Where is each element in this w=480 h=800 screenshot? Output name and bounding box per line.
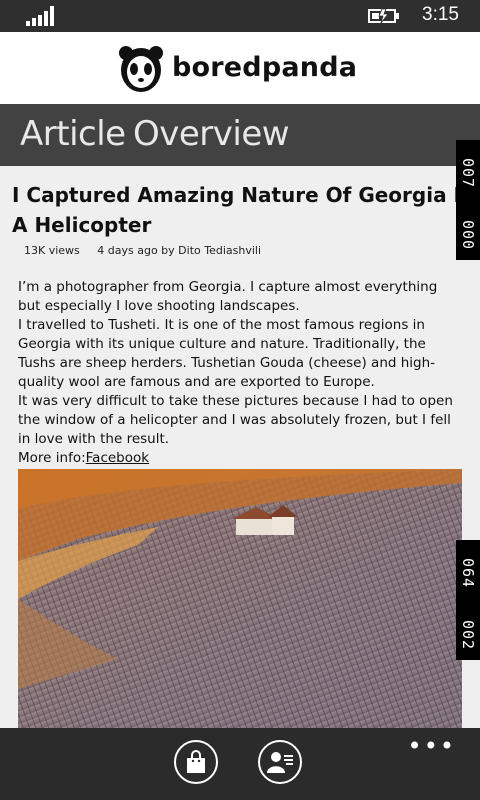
panda-logo-icon [119,46,163,92]
article-body: I’m a photographer from Georgia. I captu… [18,278,462,468]
more-options-button[interactable]: ••• [408,732,456,760]
paragraph: It was very difficult to take these pict… [18,393,453,447]
side-counter-value: 007 [459,158,477,189]
paragraph: I travelled to Tusheti. It is one of the… [18,317,436,390]
paragraph: I’m a photographer from Georgia. I captu… [18,279,438,314]
view-count: 13K views [24,244,80,257]
brand-header: boredpanda [0,32,480,104]
more-info-label: More info: [18,450,86,466]
app-bar: ••• [0,728,480,800]
signal-strength-icon [26,6,54,26]
article-title-line-2: A Helicopter [12,213,152,237]
status-clock: 3:15 [422,4,459,25]
pivot-header: Article Overview [0,104,480,166]
article-content[interactable]: I Captured Amazing Nature Of Georgia Fro… [0,166,480,728]
side-counter-value: 002 [459,620,477,651]
shopping-bag-icon [187,750,205,773]
article-photo [18,469,462,728]
side-counter-value: 000 [459,220,477,251]
battery-charging-icon [368,8,399,24]
side-counter-mid: 064 002 [456,540,480,660]
article-title-line-1: I Captured Amazing Nature Of Georgia Fro… [12,183,480,207]
facebook-link[interactable]: Facebook [86,450,149,466]
shopping-bag-button[interactable] [174,740,218,784]
author-profile-button[interactable] [258,740,302,784]
side-counter-top: 007 000 [456,140,480,260]
user-list-icon [267,752,293,773]
article-meta: 13K views 4 days ago by Dito Tediashvili [24,244,275,257]
status-bar: 3:15 [0,0,480,32]
article-title: I Captured Amazing Nature Of Georgia Fro… [12,180,480,240]
brand-name: boredpanda [172,52,358,83]
pivot-tab-article[interactable]: Article [20,114,126,154]
date-author: 4 days ago by Dito Tediashvili [97,244,262,257]
pivot-tab-overview[interactable]: Overview [133,114,290,154]
more-info-line: More info:Facebook [18,449,462,468]
side-counter-value: 064 [459,558,477,589]
